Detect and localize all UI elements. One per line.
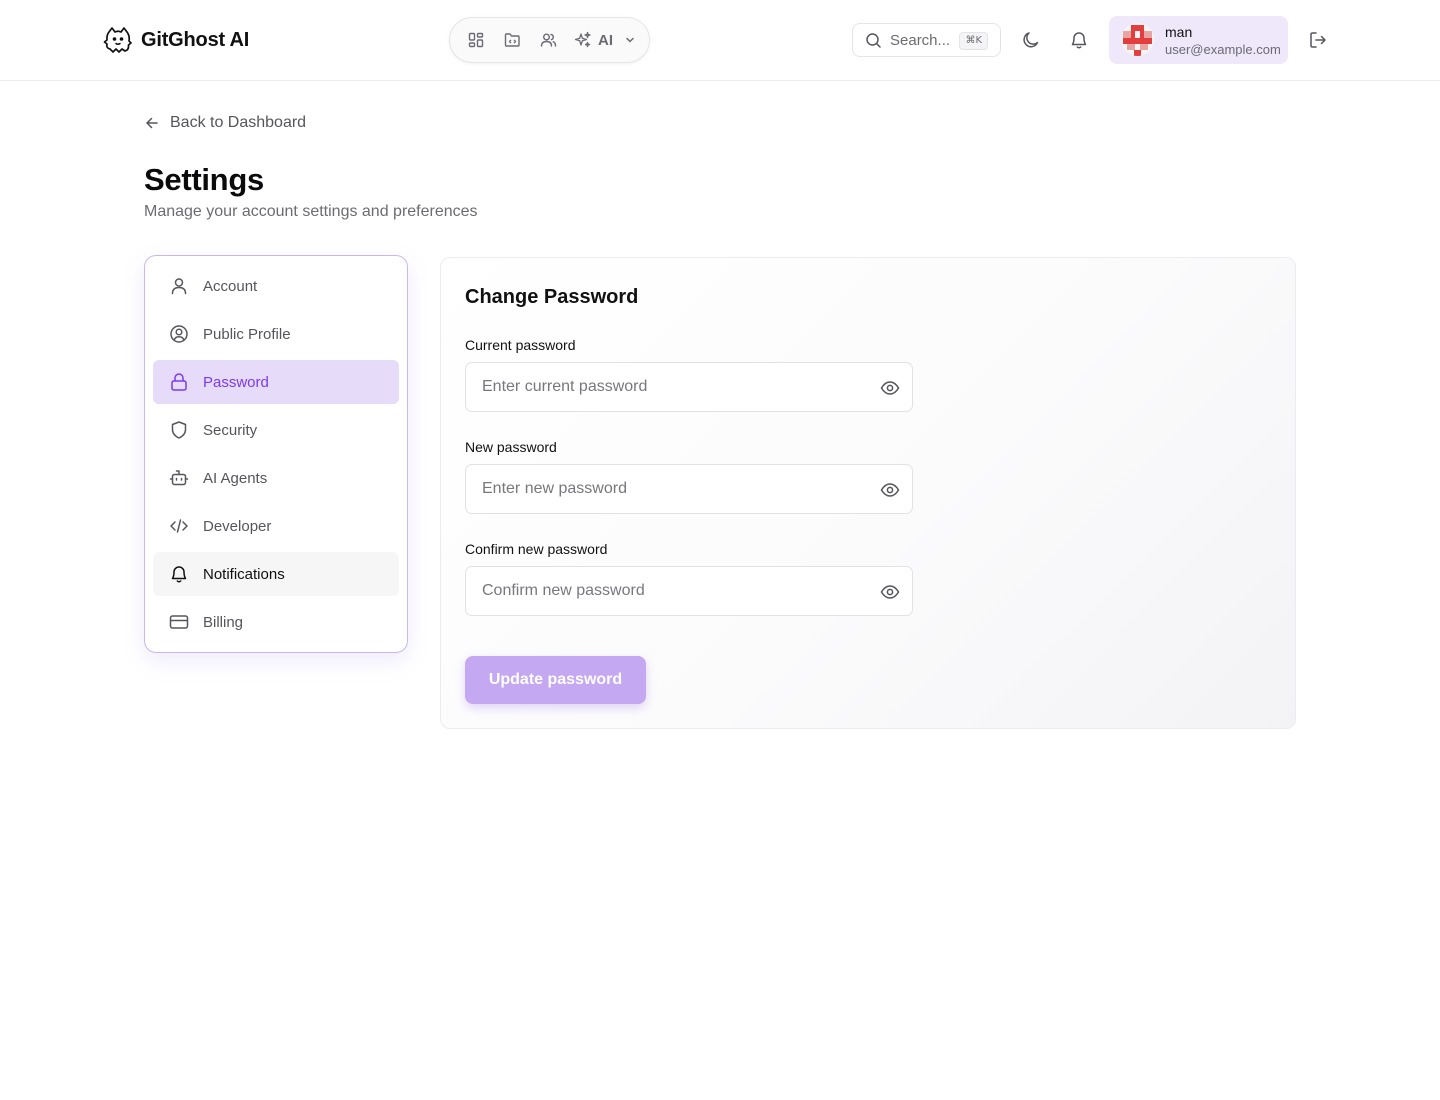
nav-repositories-button[interactable]: [498, 26, 526, 54]
new-password-field: [465, 464, 913, 514]
page-subtitle: Manage your account settings and prefere…: [144, 203, 478, 220]
sidebar-item-label: Security: [203, 421, 258, 439]
sidebar-item-notifications[interactable]: Notifications: [153, 552, 399, 596]
current-password-input[interactable]: [466, 363, 912, 411]
identicon-avatar-icon: [1121, 23, 1154, 56]
user-name: man: [1165, 24, 1193, 40]
lock-icon: [171, 373, 187, 391]
search-button[interactable]: Search... ⌘K: [852, 23, 1001, 57]
bell-icon: [171, 566, 187, 583]
theme-toggle-button[interactable]: [1015, 24, 1047, 56]
sidebar-item-account[interactable]: Account: [153, 264, 399, 308]
shield-icon: [171, 421, 187, 439]
sidebar-item-label: Notifications: [203, 565, 285, 583]
moon-icon: [1023, 32, 1039, 48]
search-shortcut-kbd: ⌘K: [959, 32, 988, 50]
sidebar-item-billing[interactable]: Billing: [153, 600, 399, 644]
brand-name: GitGhost AI: [141, 28, 250, 51]
notifications-button[interactable]: [1063, 24, 1095, 56]
sidebar-item-label: Password: [203, 373, 269, 391]
logout-icon: [1310, 32, 1326, 48]
update-password-button[interactable]: Update password: [465, 656, 646, 704]
back-to-dashboard-link[interactable]: Back to Dashboard: [144, 114, 306, 132]
sidebar-item-security[interactable]: Security: [153, 408, 399, 452]
page-title: Settings: [144, 162, 264, 197]
user-menu-button[interactable]: man user@example.com: [1109, 16, 1288, 64]
sidebar-item-label: Developer: [203, 517, 272, 535]
sidebar-item-public-profile[interactable]: Public Profile: [153, 312, 399, 356]
bot-icon: [169, 470, 189, 486]
confirm-password-label: Confirm new password: [465, 541, 608, 557]
credit-card-icon: [169, 615, 189, 629]
chevron-down-icon: [626, 37, 634, 43]
sidebar-item-password[interactable]: Password: [153, 360, 399, 404]
user-email: user@example.com: [1165, 42, 1281, 57]
settings-sidebar: Account Public Profile Password Security…: [144, 255, 408, 653]
avatar: [1121, 23, 1154, 56]
code-icon: [170, 519, 188, 533]
confirm-password-input[interactable]: [466, 567, 912, 615]
current-password-label: Current password: [465, 337, 576, 353]
sidebar-item-label: Account: [203, 277, 258, 295]
bell-icon: [1071, 32, 1087, 49]
nav-ai-dropdown[interactable]: AI: [570, 26, 641, 54]
top-navbar: GitGhost AI AI Search... ⌘K man user@exa…: [0, 0, 1440, 81]
sidebar-item-label: Billing: [203, 613, 244, 631]
sidebar-item-developer[interactable]: Developer: [153, 504, 399, 548]
logout-button[interactable]: [1302, 24, 1334, 56]
card-title: Change Password: [465, 286, 639, 308]
user-icon: [171, 278, 187, 295]
confirm-password-field: [465, 566, 913, 616]
eye-icon[interactable]: [880, 582, 900, 602]
search-icon: [866, 32, 881, 48]
sidebar-item-ai-agents[interactable]: AI Agents: [153, 456, 399, 500]
eye-icon[interactable]: [880, 378, 900, 398]
new-password-label: New password: [465, 439, 557, 455]
search-placeholder: Search...: [890, 31, 951, 49]
back-label: Back to Dashboard: [170, 114, 307, 131]
user-circle-icon: [170, 325, 188, 343]
main-nav-pill: AI: [449, 17, 650, 63]
eye-icon[interactable]: [880, 480, 900, 500]
change-password-card: Change Password Current password New pas…: [440, 257, 1296, 729]
nav-ai-label: AI: [598, 31, 613, 49]
dashboard-icon: [468, 32, 484, 48]
new-password-input[interactable]: [466, 465, 912, 513]
nav-team-button[interactable]: [534, 26, 562, 54]
ghost-logo-icon: [103, 27, 132, 53]
current-password-field: [465, 362, 913, 412]
sidebar-item-label: Public Profile: [203, 325, 291, 343]
sidebar-item-label: AI Agents: [203, 469, 268, 487]
nav-dashboard-button[interactable]: [462, 26, 490, 54]
users-icon: [540, 33, 556, 47]
sparkles-icon: [574, 31, 591, 48]
brand-logo-link[interactable]: GitGhost AI: [103, 24, 249, 56]
arrow-left-icon: [146, 117, 158, 129]
repository-icon: [504, 33, 520, 47]
